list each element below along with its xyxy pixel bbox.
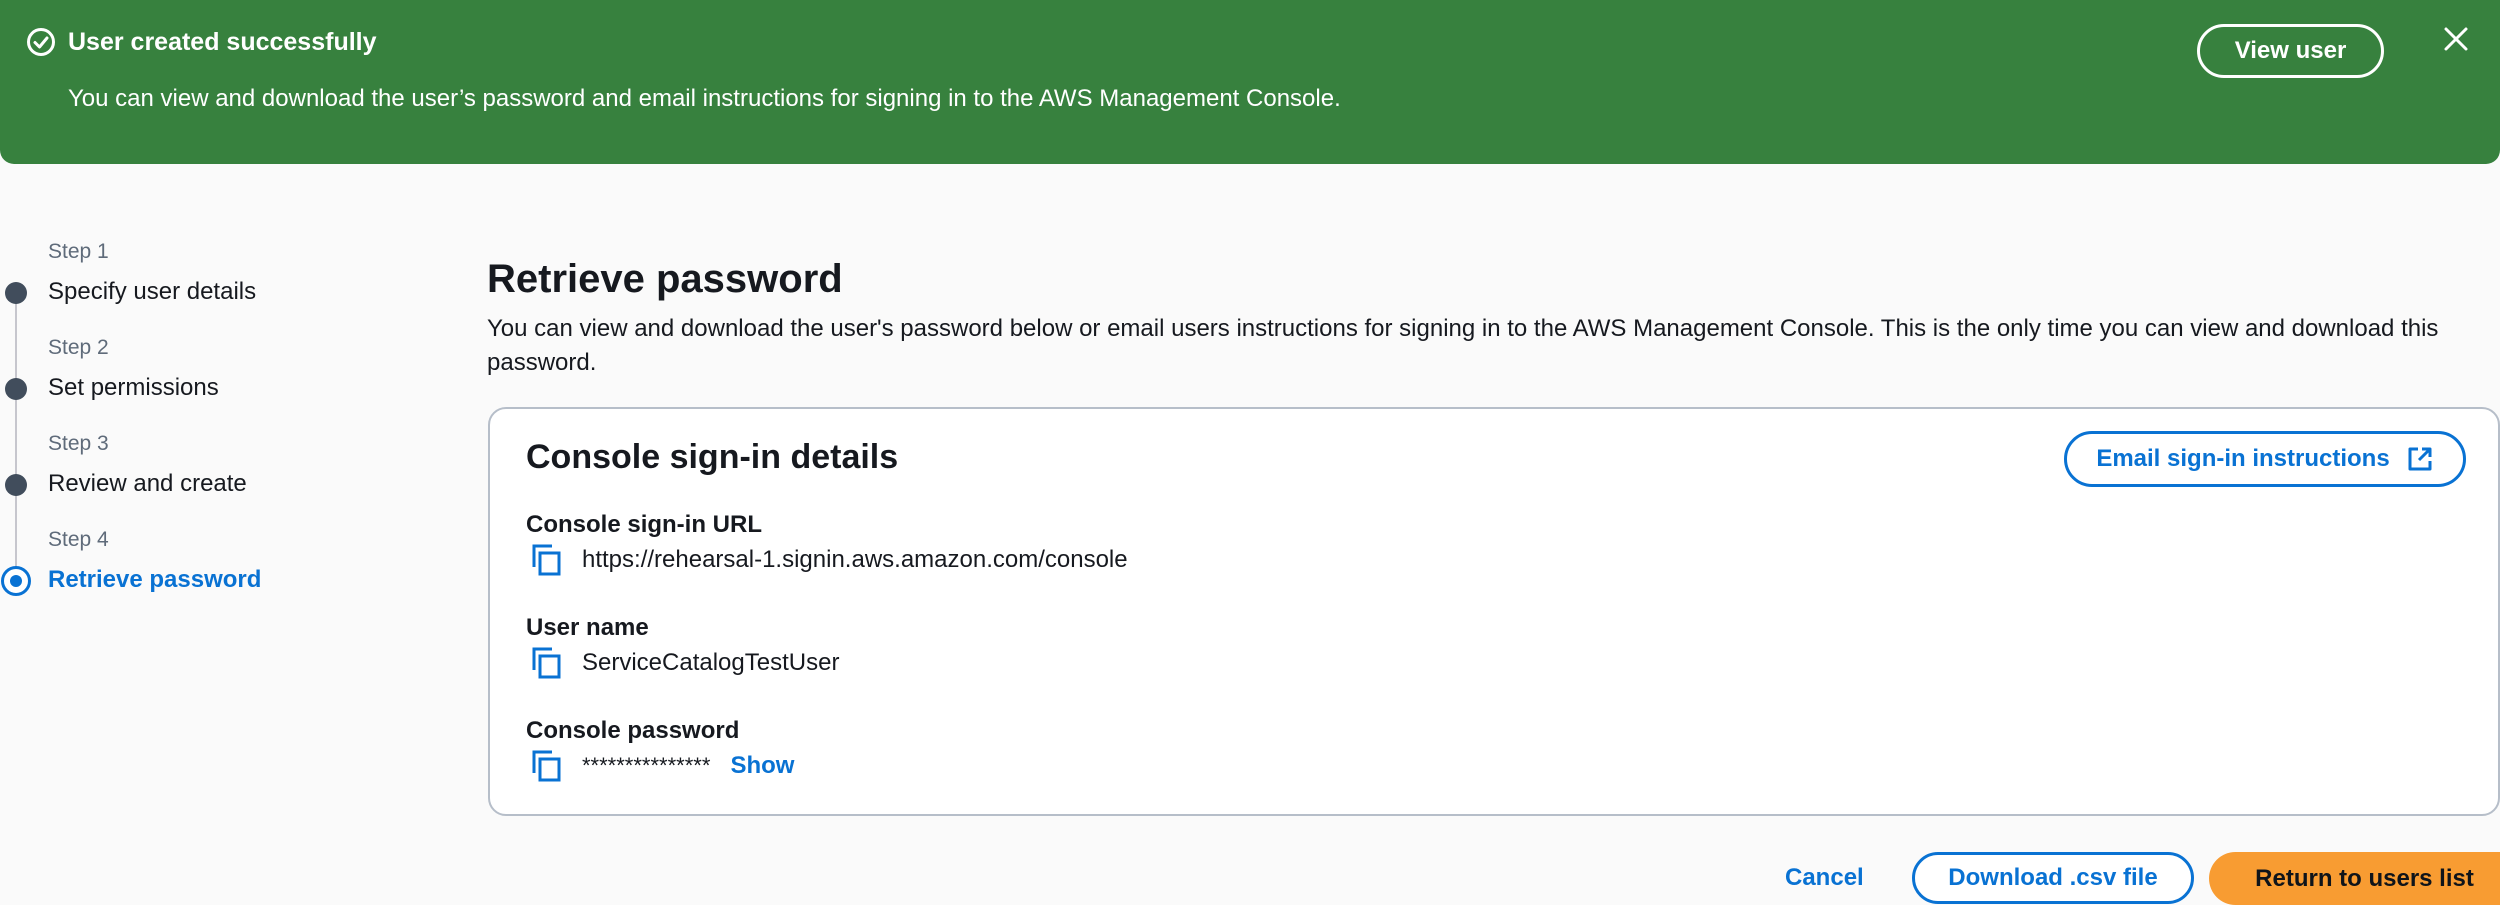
step-1[interactable]: Step 1 Specify user details (0, 238, 440, 318)
username-row: ServiceCatalogTestUser (530, 645, 839, 681)
close-icon[interactable] (2441, 24, 2471, 54)
step-number: Step 4 (48, 528, 109, 551)
step-2[interactable]: Step 2 Set permissions (0, 334, 440, 414)
copy-icon[interactable] (530, 543, 562, 577)
step-label: Retrieve password (48, 566, 262, 593)
page-description: You can view and download the user's pas… (487, 315, 2439, 376)
external-link-icon (2408, 447, 2432, 471)
email-button-label: Email sign-in instructions (2096, 445, 2390, 472)
step-label[interactable]: Set permissions (48, 372, 219, 404)
success-check-icon (27, 28, 55, 56)
flash-title: User created successfully (68, 28, 377, 56)
step-label[interactable]: Review and create (48, 468, 247, 500)
console-sign-in-details-card: Console sign-in details Email sign-in in… (488, 407, 2500, 816)
download-csv-button[interactable]: Download .csv file (1912, 852, 2194, 904)
step-number: Step 3 (48, 432, 109, 455)
view-user-button[interactable]: View user (2197, 24, 2384, 78)
step-indicator-icon (5, 282, 27, 304)
step-current-indicator-icon (1, 566, 31, 596)
copy-icon[interactable] (530, 646, 562, 680)
page-title: Retrieve password (487, 257, 843, 301)
email-sign-in-instructions-button[interactable]: Email sign-in instructions (2064, 431, 2466, 487)
sign-in-url-label: Console sign-in URL (526, 511, 762, 538)
step-4-current: Step 4 Retrieve password (0, 526, 440, 606)
step-number: Step 1 (48, 240, 109, 263)
return-to-users-list-button[interactable]: Return to users list (2209, 852, 2500, 905)
step-indicator-icon (5, 378, 27, 400)
show-password-link[interactable]: Show (730, 752, 794, 780)
copy-icon[interactable] (530, 749, 562, 783)
wizard-steps-nav: Step 1 Specify user details Step 2 Set p… (0, 230, 440, 600)
sign-in-url-row: https://rehearsal-1.signin.aws.amazon.co… (530, 542, 1128, 578)
console-password-value: *************** (582, 753, 711, 778)
console-password-row: *************** Show (530, 748, 794, 784)
success-flash-banner: User created successfully You can view a… (0, 0, 2500, 164)
sign-in-url-value: https://rehearsal-1.signin.aws.amazon.co… (582, 546, 1128, 573)
flash-message: You can view and download the user’s pas… (68, 85, 1341, 112)
step-number: Step 2 (48, 336, 109, 359)
step-label[interactable]: Specify user details (48, 276, 256, 308)
username-label: User name (526, 614, 649, 641)
step-indicator-icon (5, 474, 27, 496)
cancel-button[interactable]: Cancel (1785, 862, 1864, 894)
username-value: ServiceCatalogTestUser (582, 649, 840, 676)
card-title: Console sign-in details (526, 438, 899, 476)
console-password-label: Console password (526, 717, 740, 744)
step-3[interactable]: Step 3 Review and create (0, 430, 440, 510)
